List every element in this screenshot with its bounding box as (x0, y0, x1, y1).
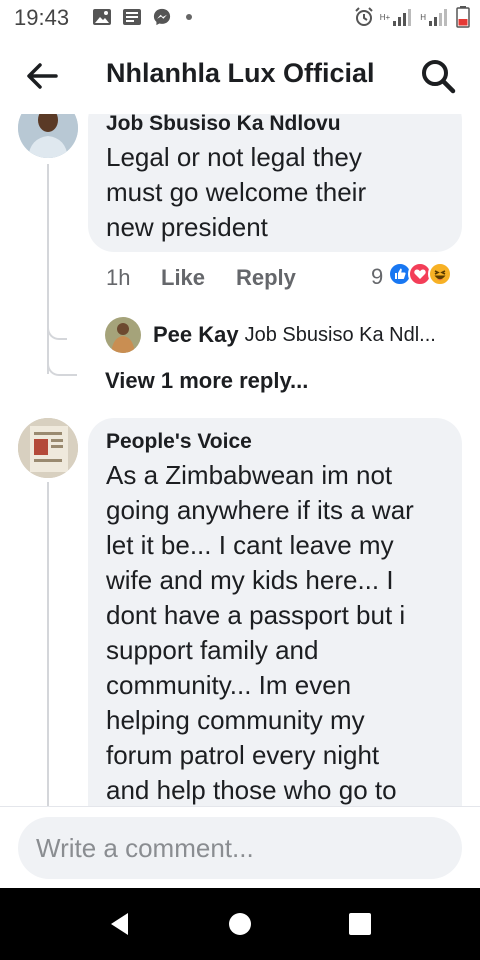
reply-preview[interactable]: Pee Kay Job Sbusiso Ka Ndl... (153, 322, 436, 348)
comment-line: dont have a passport but i (106, 600, 406, 630)
reply-connector (47, 310, 67, 340)
avatar-photo (18, 418, 78, 478)
search-icon[interactable] (418, 56, 458, 96)
reply-connector (47, 340, 77, 376)
comment-line: must go welcome their (106, 177, 367, 207)
notification-icons (92, 8, 192, 26)
comment-line: wife and my kids here... I (106, 565, 394, 595)
comment-time: 1h (106, 265, 131, 290)
app-header: Nhlanhla Lux Official (0, 36, 480, 114)
system-icons: H+ H (354, 6, 470, 28)
comment-line: forum patrol every night (106, 740, 380, 770)
comment-line: Legal or not legal they (106, 142, 362, 172)
nav-home-icon[interactable] (226, 910, 254, 938)
comment-line: let it be... I cant leave my (106, 530, 394, 560)
nav-back-icon[interactable] (106, 910, 134, 938)
comment-line: support family and (106, 635, 319, 665)
comment-line: As a Zimbabwean im not (106, 460, 393, 490)
battery-icon (456, 6, 470, 28)
status-time: 19:43 (14, 5, 70, 30)
nav-recents-icon[interactable] (346, 910, 374, 938)
alarm-icon (355, 7, 373, 26)
comment-line: helping community my (106, 705, 365, 735)
network-type-label-2: H (420, 12, 426, 22)
thread-line (47, 482, 49, 806)
page-title: Nhlanhla Lux Official (106, 58, 375, 88)
comment-input[interactable] (18, 817, 462, 879)
like-button[interactable]: Like (161, 265, 205, 291)
avatar-photo (105, 317, 141, 353)
reply-author[interactable]: Pee Kay (153, 322, 239, 348)
signal-icon-2 (429, 9, 447, 26)
comment-text: As a Zimbabwean im not going anywhere if… (106, 458, 414, 806)
comments-list[interactable]: Job Sbusiso Ka Ndlovu Legal or not legal… (0, 114, 480, 806)
comment-line: new president (106, 212, 268, 242)
news-icon (123, 9, 141, 25)
comment-line: and help those who go to (106, 775, 397, 805)
comment-line: community... Im even (106, 670, 352, 700)
more-notifications-icon (186, 14, 192, 20)
comment-composer (0, 806, 480, 888)
comment-bubble[interactable]: People's Voice As a Zimbabwean im not go… (88, 418, 462, 806)
comment-author[interactable]: People's Voice (106, 430, 252, 454)
reaction-icons[interactable] (388, 262, 452, 286)
avatar[interactable] (18, 418, 78, 478)
comment-bubble[interactable]: Job Sbusiso Ka Ndlovu Legal or not legal… (88, 114, 462, 252)
comment-line: going anywhere if its a war (106, 495, 414, 525)
avatar[interactable] (105, 317, 141, 353)
reply-snippet: Job Sbusiso Ka Ndl... (244, 323, 436, 346)
avatar-photo (18, 114, 78, 158)
network-type-label: H+ (379, 12, 391, 22)
reply-button[interactable]: Reply (236, 265, 296, 291)
system-nav-bar (0, 888, 480, 960)
haha-icon (428, 262, 452, 286)
comment-text: Legal or not legal they must go welcome … (106, 140, 366, 245)
avatar[interactable] (18, 114, 78, 158)
messenger-icon (153, 8, 171, 26)
status-bar: 19:43 H+ H (0, 0, 480, 36)
reaction-count[interactable]: 9 (371, 264, 383, 290)
back-arrow-icon[interactable] (22, 56, 62, 96)
view-more-replies-link[interactable]: View 1 more reply... (105, 368, 308, 394)
signal-icon (393, 9, 412, 26)
gallery-icon (93, 9, 111, 25)
comment-author[interactable]: Job Sbusiso Ka Ndlovu (106, 114, 341, 136)
